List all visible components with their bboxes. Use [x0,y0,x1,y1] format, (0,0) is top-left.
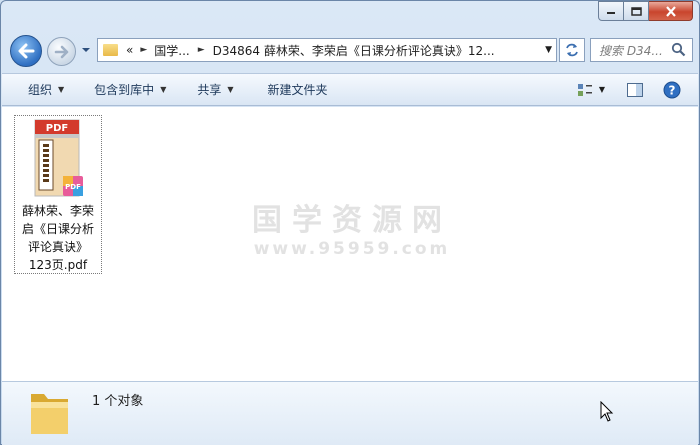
folder-icon [103,44,118,56]
view-options-icon[interactable] [577,83,593,97]
organize-menu[interactable]: 组织 ▼ [28,81,64,98]
close-icon [665,5,676,17]
recent-pages-dropdown-icon[interactable] [81,46,91,54]
file-name-line: 薛林荣、李荣 [21,204,94,218]
refresh-icon [566,43,578,57]
maximize-button[interactable] [624,1,649,21]
search-placeholder: 搜索 D34... [599,43,663,58]
file-name-line: 123页.pdf [28,258,88,272]
view-dropdown-icon[interactable]: ▼ [599,85,605,94]
chevron-down-icon: ▼ [227,85,234,94]
file-list[interactable]: PDF PDF 薛林荣、李荣 启《日课分析 评论真诀》 123页.pdf 国学资… [2,107,698,381]
include-in-library-menu[interactable]: 包含到库中 ▼ [94,81,166,98]
svg-text:?: ? [669,83,676,97]
breadcrumb-overflow[interactable]: « [126,43,133,57]
pdf-badge-text: PDF [65,183,81,191]
forward-button[interactable] [47,37,76,66]
mouse-cursor-icon [600,401,614,422]
breadcrumb-item[interactable]: D34864 薛林荣、李荣启《日课分析评论真诀》12... [213,42,495,59]
chevron-right-icon[interactable]: ► [198,45,205,55]
watermark-title: 国学资源网 [252,203,452,238]
include-in-library-label: 包含到库中 [94,83,155,97]
chevron-down-icon: ▼ [160,85,167,94]
organize-label: 组织 [28,83,53,97]
minimize-icon [607,12,615,14]
minimize-button[interactable] [598,1,624,21]
arrow-left-icon [18,43,35,59]
folder-icon [31,394,68,434]
explorer-window: « ► 国学... ► D34864 薛林荣、李荣启《日课分析评论真诀》12..… [0,0,700,445]
watermark-url: www.95959.com [253,239,451,259]
item-count: 1 个对象 [92,394,144,409]
preview-pane-icon[interactable] [627,82,643,97]
search-icon[interactable] [671,42,686,57]
share-menu[interactable]: 共享 ▼ [197,81,233,98]
help-icon[interactable]: ? [663,81,681,99]
command-bar: 组织 ▼ 包含到库中 ▼ 共享 ▼ 新建文件夹 ▼ ? [2,73,698,106]
back-button[interactable] [10,35,42,67]
file-name: 薛林荣、李荣 启《日课分析 评论真诀》 123页.pdf [15,202,101,274]
watermark: 国学资源网 www.95959.com [242,195,462,259]
maximize-icon [630,6,642,16]
pdf-file-icon: PDF PDF [34,119,83,197]
address-bar[interactable]: « ► 国学... ► D34864 薛林荣、李荣启《日课分析评论真诀》12..… [97,38,557,62]
new-folder-button[interactable]: 新建文件夹 [268,81,328,98]
file-name-line: 评论真诀》 [27,240,88,254]
arrow-right-icon [54,45,68,58]
details-pane: 1 个对象 [2,381,698,445]
view-controls: ▼ ? [577,74,698,105]
share-label: 共享 [197,83,222,97]
file-name-line: 启《日课分析 [21,222,94,236]
caption-buttons [598,1,693,21]
refresh-button[interactable] [559,38,585,62]
pdf-header-text: PDF [46,123,68,134]
file-item-pdf[interactable]: PDF PDF 薛林荣、李荣 启《日课分析 评论真诀》 123页.pdf [14,115,102,274]
chevron-down-icon: ▼ [58,85,65,94]
address-dropdown-icon[interactable]: ▼ [545,45,552,55]
close-button[interactable] [649,1,693,21]
chevron-right-icon: ► [140,45,148,55]
new-folder-label: 新建文件夹 [267,83,328,97]
search-input[interactable]: 搜索 D34... [590,38,693,62]
breadcrumb-item[interactable]: 国学... [154,42,189,59]
